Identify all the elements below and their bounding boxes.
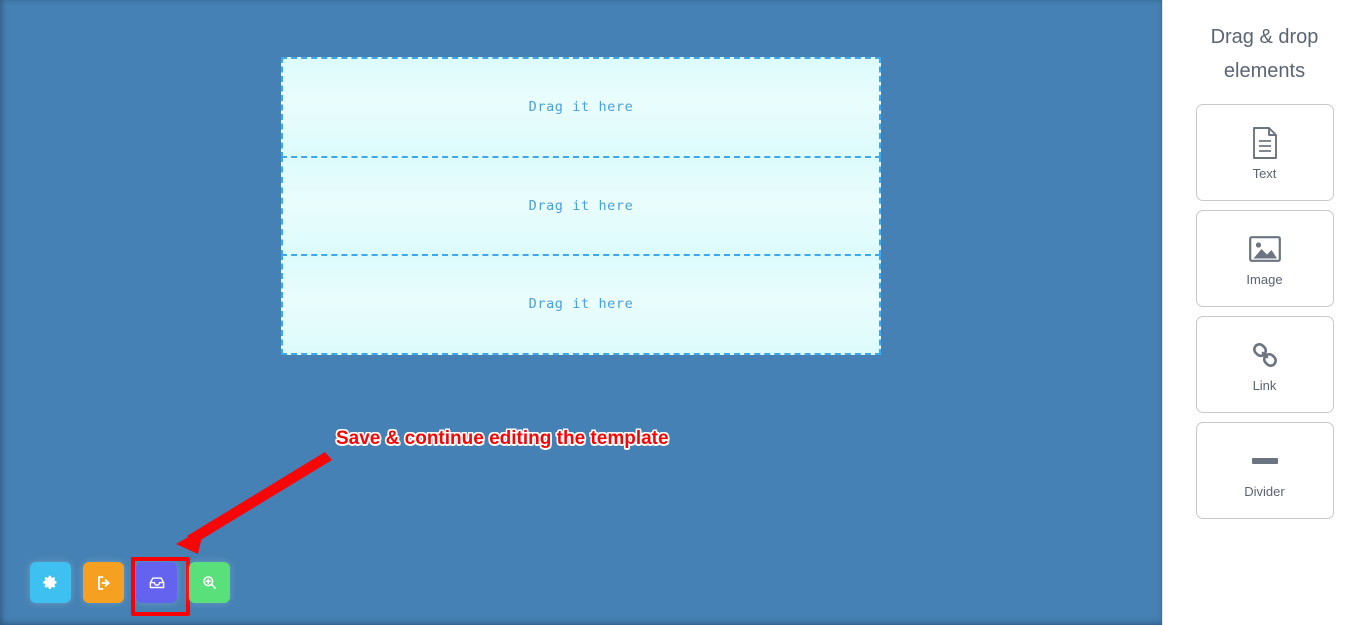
save-template-button-wrap [131,557,190,616]
document-icon [1250,124,1280,162]
exit-button[interactable] [83,562,124,603]
dropzone-label: Drag it here [528,296,634,313]
annotation-caption: Save & continue editing the template [336,428,669,450]
settings-button[interactable] [30,562,71,603]
template-canvas[interactable]: Drag it here Drag it here Drag it here S… [0,0,1162,625]
element-card-text[interactable]: Text [1195,104,1334,201]
element-label: Divider [1244,484,1285,499]
dropzone-row[interactable]: Drag it here [281,254,881,355]
exit-arrow-icon [95,574,113,592]
dropzone-label: Drag it here [528,197,634,214]
element-label: Link [1252,378,1277,393]
element-card-divider[interactable]: Divider [1195,422,1334,519]
settings-button-wrap [30,562,71,603]
save-box-icon [148,574,166,592]
picture-icon [1248,230,1282,268]
elements-sidebar: Drag & drop elements Text Image Link Div… [1162,0,1366,625]
gear-icon [42,574,59,591]
annotation-arrow-icon [176,452,332,554]
canvas-toolbar [30,557,230,616]
element-label: Text [1252,166,1277,181]
email-template-builder: Drag it here Drag it here Drag it here S… [0,0,1366,625]
dropzone-label: Drag it here [528,99,634,116]
chain-link-icon [1249,336,1281,374]
preview-button-wrap [189,562,230,603]
element-label: Image [1246,272,1283,287]
dropzone-stack: Drag it here Drag it here Drag it here [281,57,881,359]
element-card-link[interactable]: Link [1195,316,1334,413]
dropzone-row[interactable]: Drag it here [281,155,881,257]
dropzone-row[interactable]: Drag it here [281,57,881,158]
preview-button[interactable] [189,562,230,603]
sidebar-title: Drag & drop elements [1210,26,1319,82]
zoom-in-icon [201,574,218,591]
save-template-button[interactable] [136,562,177,603]
exit-button-wrap [83,562,124,603]
horizontal-rule-icon [1248,442,1282,480]
element-card-image[interactable]: Image [1195,210,1334,307]
